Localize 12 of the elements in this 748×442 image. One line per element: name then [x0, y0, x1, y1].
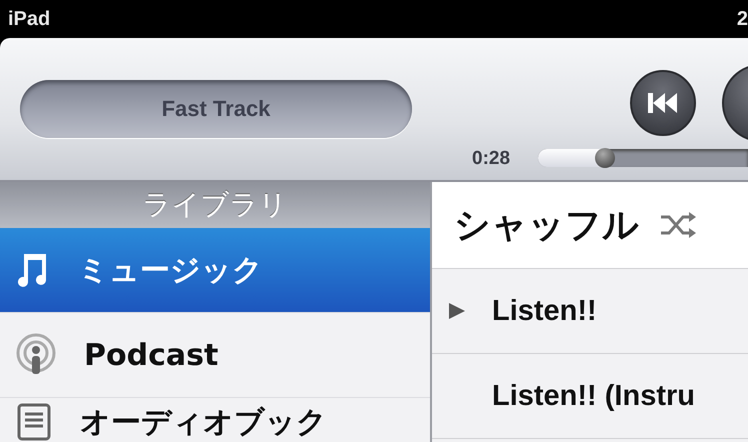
shuffle-icon[interactable]: [659, 212, 697, 238]
song-title[interactable]: Listen!!: [492, 294, 597, 328]
podcast-icon: [16, 333, 56, 377]
elapsed-time: 0:28: [472, 148, 510, 170]
device-name: iPad: [8, 8, 50, 30]
previous-icon: [648, 92, 678, 114]
now-playing-title: Fast Track: [20, 80, 412, 138]
status-time: 2: [736, 8, 748, 30]
book-icon: [16, 402, 52, 442]
song-title[interactable]: Listen!! (Instru: [492, 380, 695, 412]
library-header: ライブラリ: [0, 182, 430, 228]
sidebar-item[interactable]: ミュージック: [0, 228, 430, 313]
